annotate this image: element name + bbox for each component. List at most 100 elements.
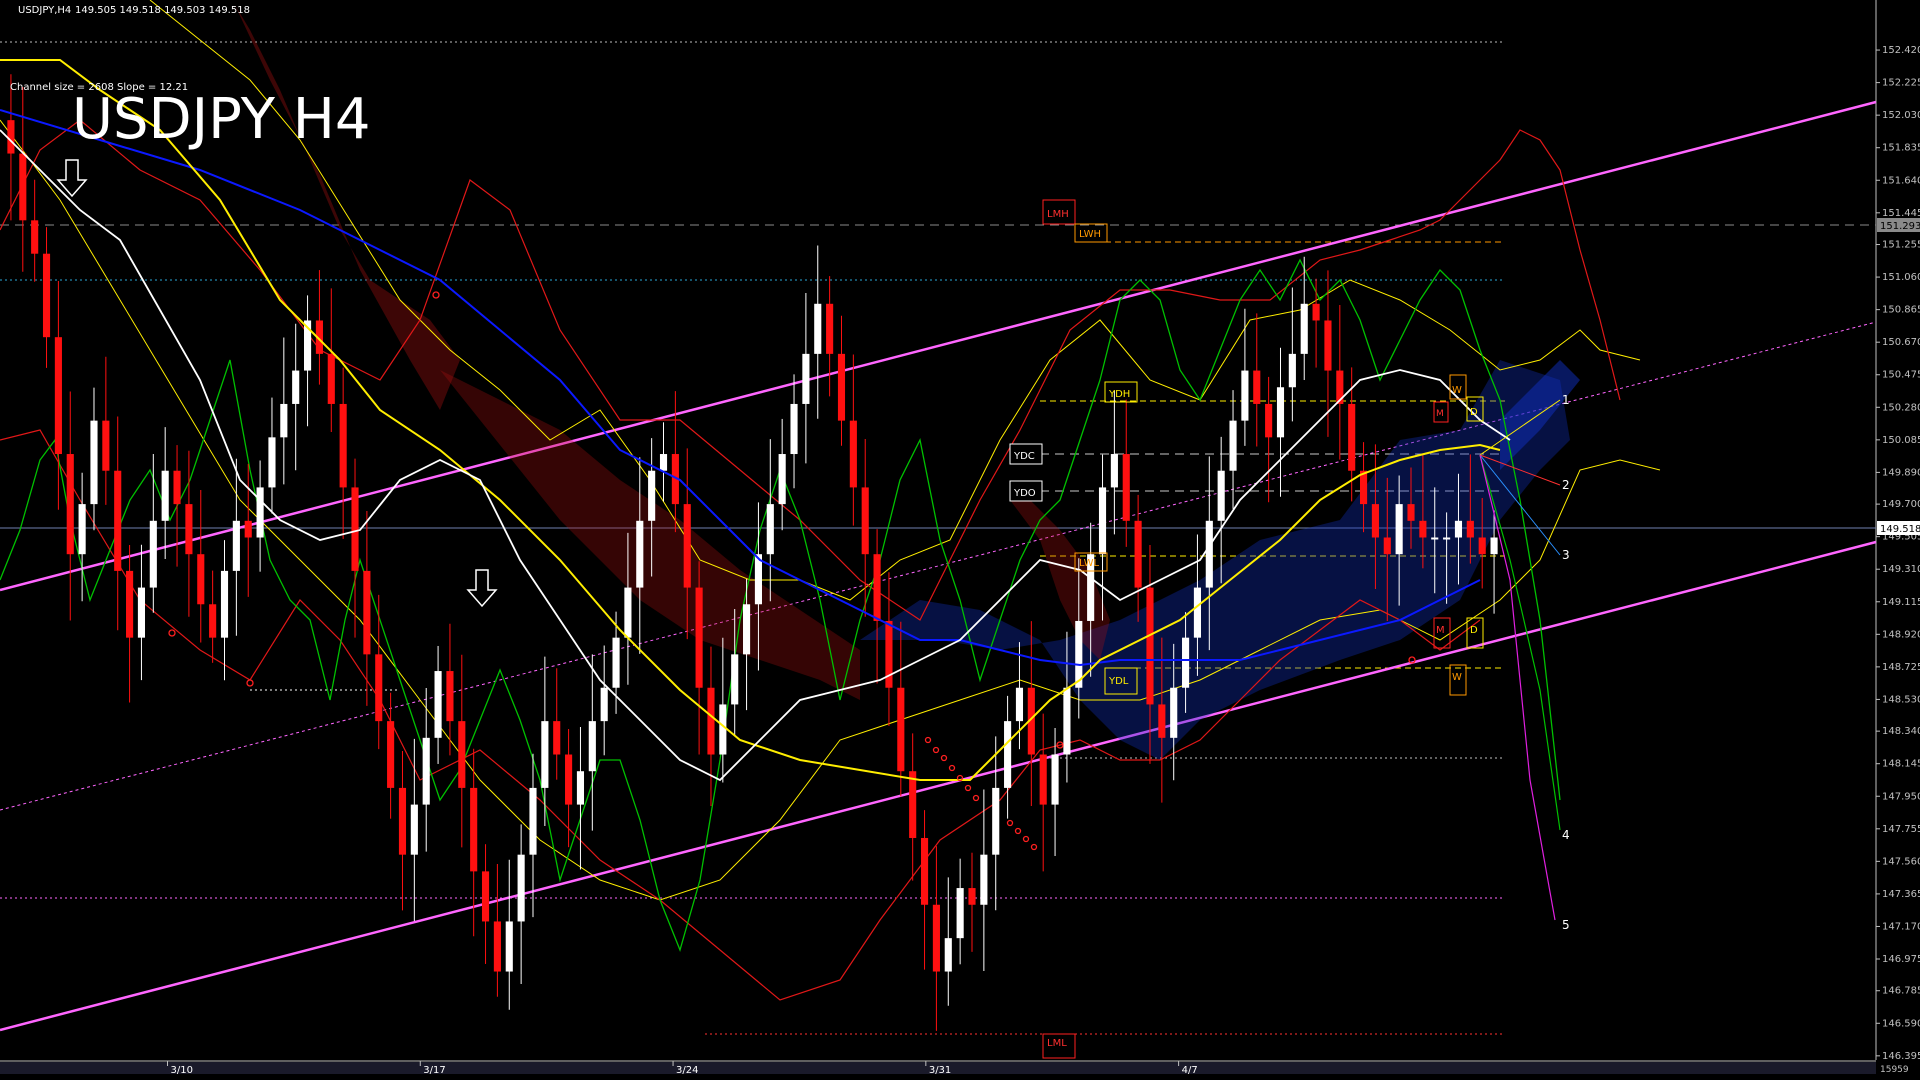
price-tick-label: 148.725 [1882,662,1920,673]
price-tick-label: 148.340 [1882,726,1920,737]
candle-bullish [505,921,513,972]
projection-label-2: 2 [1562,478,1570,492]
candle-bullish [232,520,240,571]
candle-bearish [826,303,834,354]
candle-bullish [600,687,608,722]
price-tick-label: 152.420 [1882,45,1920,56]
candle-bullish [743,604,751,655]
candle-bearish [1146,587,1154,705]
candle-bullish [576,771,585,805]
candle-bullish [636,520,644,588]
candle-bullish [754,554,762,605]
candle-bearish [1383,537,1391,555]
label-lml: LML [1047,1038,1067,1049]
price-tick-label: 151.060 [1882,272,1920,283]
projection-label-4: 4 [1562,828,1570,842]
candle-bullish [1110,454,1118,488]
candle-bullish [1170,687,1178,738]
candle-bearish [553,721,561,755]
candle-bullish [790,403,798,455]
candle-bearish [932,904,940,972]
date-tick-label: 3/10 [171,1065,193,1076]
candle-bearish [1039,754,1047,805]
candle-bullish [1395,504,1403,555]
price-tick-label: 150.280 [1882,402,1920,413]
projection-label-1: 1 [1562,393,1570,407]
candle-bearish [565,754,573,805]
price-tick-label: 148.920 [1882,629,1920,640]
candle-bullish [766,504,774,555]
candle-bearish [1253,370,1261,404]
candle-bearish [897,687,905,772]
price-tick-label: 148.145 [1882,759,1920,770]
current-price-tag: 149.518 [1880,524,1920,535]
candle-bearish [19,153,27,221]
candle-bearish [1371,504,1379,538]
candle-bullish [78,504,86,555]
candle-bullish [1098,487,1107,555]
candle-bearish [327,353,335,404]
projection-label-3: 3 [1562,548,1570,562]
candle-bullish [1229,420,1237,471]
candle-bearish [102,420,110,471]
candle-bearish [185,504,193,555]
price-tick-label: 147.755 [1882,824,1920,835]
candle-bearish [1478,537,1486,555]
candle-bullish [719,704,727,755]
price-tick-label: 146.785 [1882,986,1920,997]
label-d-top: D [1470,407,1478,418]
price-chart[interactable]: 1 2 3 4 5 LMH LWH YDH YDC YDO LWL YDL LM… [0,0,1920,1080]
quote-label: 149.505 149.518 149.503 149.518 [75,5,250,16]
big-title: USDJPY H4 [72,87,370,152]
candle-bullish [778,454,786,505]
candle-bullish [956,888,964,939]
date-tick-label: 3/24 [676,1065,698,1076]
candle-bullish [90,420,98,505]
candle-bearish [1407,504,1415,521]
candle-bullish [1051,754,1059,805]
candle-bearish [1324,320,1332,371]
price-tick-label: 151.640 [1882,175,1920,186]
candle-bullish [1454,520,1463,538]
candle-bearish [481,871,490,922]
candle-bearish [849,420,857,488]
candle-bullish [1300,303,1308,354]
symbol-label: USDJPY,H4 [18,5,71,16]
label-d-bottom: D [1470,625,1478,636]
candle-bullish [1431,537,1439,540]
date-tick-label: 3/17 [423,1065,445,1076]
label-ydh: YDH [1108,389,1130,400]
price-tick-label: 149.115 [1882,597,1920,608]
candle-bullish [1288,353,1296,388]
candle-bearish [920,837,929,905]
candle-bearish [1419,520,1427,538]
price-tick-label: 148.530 [1882,694,1920,705]
candle-bearish [1312,303,1320,321]
candle-bearish [837,353,846,421]
candle-bullish [268,437,276,488]
candle-bullish [1193,587,1201,638]
candle-bullish [659,454,668,471]
candle-bullish [256,487,264,538]
candle-bearish [707,687,715,755]
candle-bearish [1348,403,1356,471]
candle-bearish [493,921,501,972]
candle-bullish [802,353,810,404]
candle-bullish [1490,537,1498,555]
candle-bearish [968,888,976,905]
candle-bearish [1359,470,1368,505]
footer-label: 15959 [1880,1065,1909,1075]
candle-bearish [1134,520,1142,588]
price-tick-label: 152.225 [1882,78,1920,89]
candle-bullish [648,470,656,521]
projection-label-5: 5 [1562,918,1570,932]
candle-bullish [1443,537,1451,540]
price-tick-label: 147.950 [1882,791,1920,802]
label-m-top: M [1436,409,1444,419]
price-tick-label: 150.865 [1882,305,1920,316]
candle-bearish [126,570,134,638]
candle-bullish [410,804,418,855]
marked-price-tag: 151.293 [1880,221,1920,232]
label-ydl: YDL [1108,676,1129,687]
candle-bullish [220,570,229,638]
